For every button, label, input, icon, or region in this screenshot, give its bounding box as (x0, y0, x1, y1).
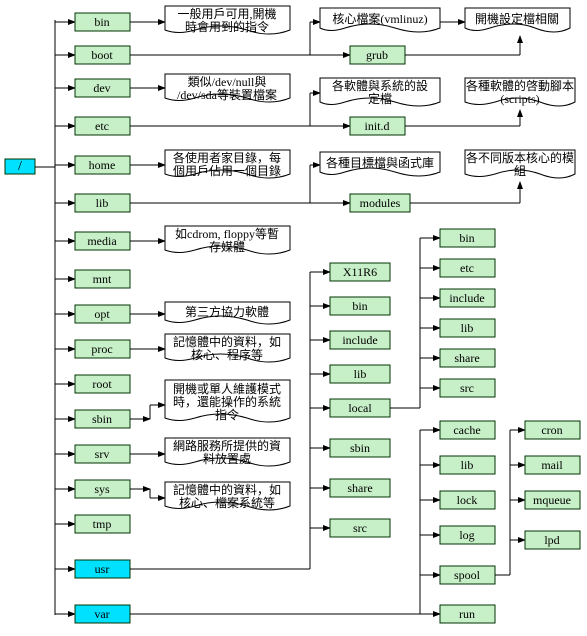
sub-var-lib-label: lib (461, 458, 474, 472)
sub-var-log-label: log (459, 528, 474, 542)
dir-dev-label: dev (93, 81, 110, 95)
sub-var-run-label: run (459, 607, 475, 621)
dir-proc-label: proc (91, 342, 112, 356)
sub-x11r6-label: X11R6 (343, 265, 377, 279)
desc-srv-l2: 料放置處 (203, 451, 251, 466)
sub-modules-label: modules (360, 196, 401, 210)
desc-bin-l1: 一般用戶可用,開機 (177, 6, 276, 21)
root-slash-label: / (18, 159, 22, 174)
dir-mnt-label: mnt (93, 272, 112, 286)
dir-srv-label: srv (95, 447, 110, 461)
sub-usr-sbin-label: sbin (350, 441, 370, 455)
desc-scripts-l2: (scripts) (500, 92, 539, 106)
sub-local-etc-label: etc (460, 261, 474, 275)
desc-kmod-l1: 各不同版本核心的模 (466, 150, 574, 165)
desc-media-l2: 存媒體 (209, 240, 245, 254)
dir-lib-label: lib (96, 196, 109, 210)
desc-etc-l1: 各軟體與系統的設 (332, 78, 428, 93)
sub-usr-share-label: share (347, 481, 372, 495)
dir-sys-label: sys (94, 482, 110, 496)
sub-local-include-label: include (449, 291, 484, 305)
sub-var-cache-label: cache (453, 423, 480, 437)
desc-kmod-l2: 組 (514, 164, 526, 178)
desc-dev-l2: /dev/sda等裝置檔案 (177, 87, 277, 102)
sub-local-src-label: src (460, 381, 474, 395)
desc-lib-l1: 各種目標檔與函式庫 (326, 155, 434, 170)
sub-grub-label: grub (366, 48, 388, 62)
sub-usr-local-label: local (348, 401, 372, 415)
sub-spool-cron-label: cron (541, 423, 562, 437)
dir-opt-label: opt (94, 307, 110, 321)
desc-proc-l1: 記憶體中的資料，如 (173, 334, 281, 349)
sub-spool-mail-label: mail (541, 458, 563, 472)
dir-var-label: var (94, 607, 109, 621)
desc-proc-l2: 核心、程序等 (191, 347, 263, 362)
dir-home-label: home (89, 158, 116, 172)
dir-usr-label: usr (95, 562, 110, 576)
sub-usr-src-label: src (353, 521, 367, 535)
desc-home-l1: 各使用者家目錄，每 (173, 150, 281, 165)
dir-sbin-label: sbin (92, 412, 112, 426)
desc-sys-l1: 記憶體中的資料，如 (173, 482, 281, 497)
sub-usr-lib-label: lib (354, 367, 367, 381)
sub-spool-lpd-label: lpd (544, 533, 559, 547)
desc-sbin-l1: 開機或單人維護模式 (173, 381, 281, 396)
desc-bin-l2: 時會用到的指令 (185, 19, 269, 34)
desc-dev-l1: 類似/dev/null與 (188, 75, 267, 89)
desc-sys-l2: 核心、檔案系統等 (179, 495, 275, 510)
desc-opt-l1: 第三方協力軟體 (185, 304, 269, 319)
sub-initd-label: init.d (364, 119, 389, 133)
sub-spool-mqueue-label: mqueue (533, 493, 571, 507)
sub-usr-include-label: include (342, 333, 377, 347)
sub-usr-bin-label: bin (352, 299, 367, 313)
sub-local-lib-label: lib (461, 321, 474, 335)
sub-var-lock-label: lock (457, 493, 478, 507)
desc-sbin-l2: 時，還能操作的系統 (173, 394, 281, 409)
dir-tmp-label: tmp (93, 517, 112, 531)
dir-boot-label: boot (91, 48, 113, 62)
dir-etc-label: etc (95, 119, 109, 133)
dir-media-label: media (87, 234, 117, 248)
desc-srv-l1: 網路服務所提供的資 (173, 438, 281, 453)
desc-boot2-l1: 開機設定檔相關 (475, 11, 559, 26)
sub-var-spool-label: spool (454, 568, 481, 582)
dir-root-label: root (92, 377, 112, 391)
dir-bin-label: bin (94, 15, 109, 29)
desc-media-l1: 如cdrom, floppy等暫 (175, 226, 279, 241)
sub-local-bin-label: bin (459, 231, 474, 245)
desc-vmlinuz-l1: 核心檔案(vmlinuz) (332, 11, 427, 26)
desc-sbin-l3: 指令 (215, 407, 239, 422)
sub-local-share-label: share (454, 351, 479, 365)
desc-scripts-l1: 各種軟體的啓動腳本 (466, 78, 574, 93)
desc-home-l2: 個用戶佔用一個目錄 (173, 163, 281, 178)
desc-etc-l2: 定檔 (368, 91, 392, 106)
